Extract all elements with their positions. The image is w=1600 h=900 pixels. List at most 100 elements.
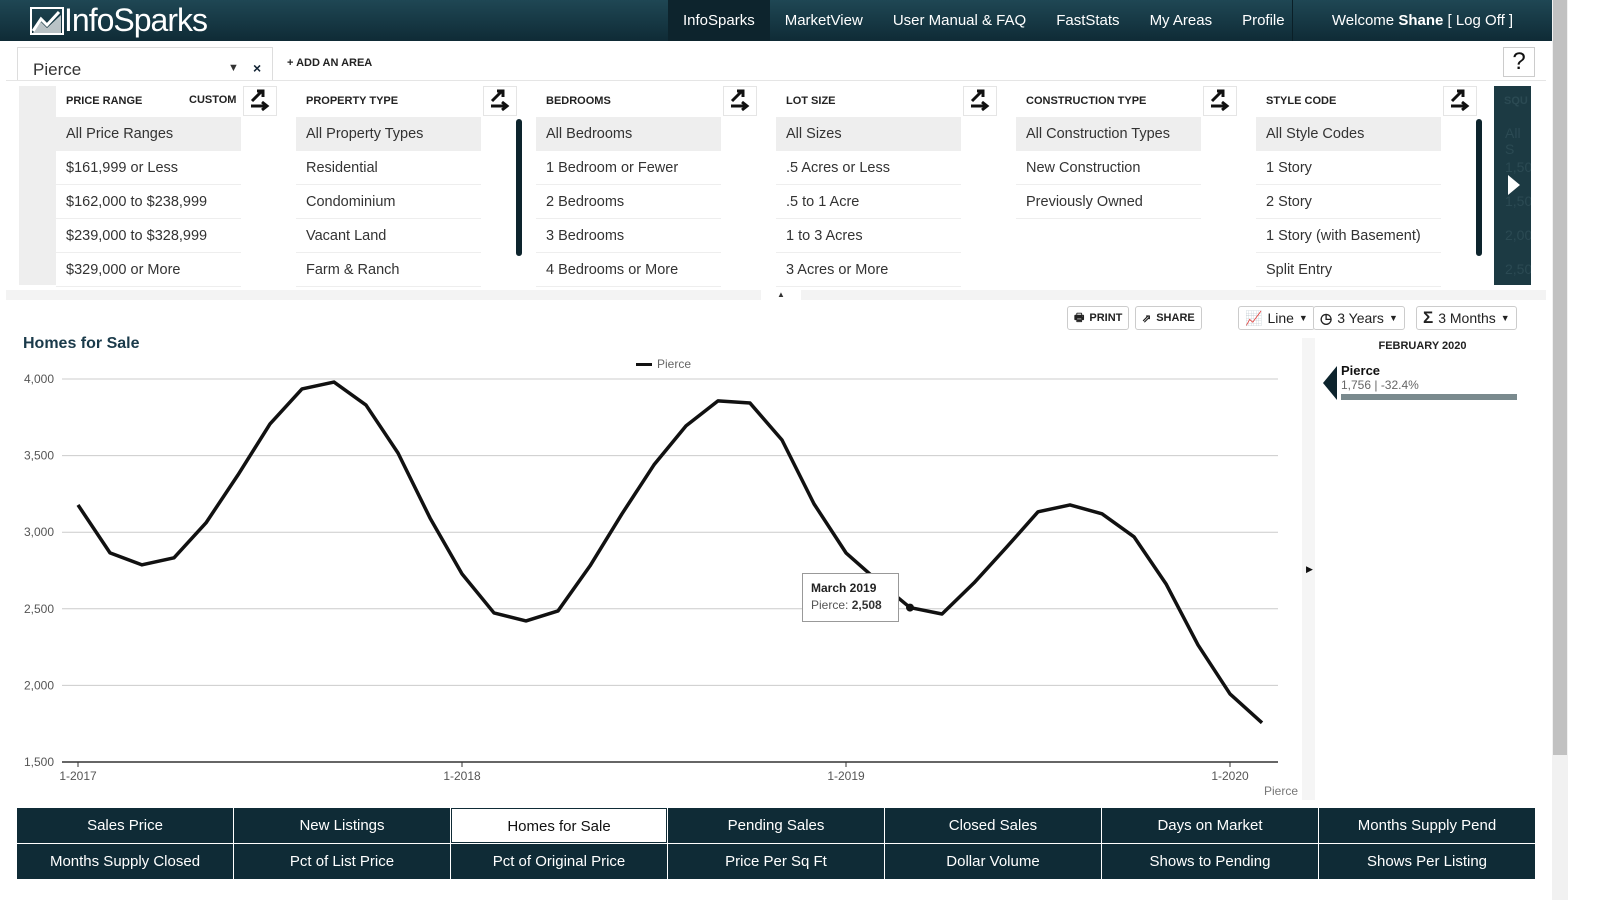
caret-right-icon[interactable]: ▶	[1306, 564, 1313, 575]
data-point[interactable]	[906, 603, 914, 612]
share-label: SHARE	[1156, 312, 1195, 324]
print-label: PRINT	[1089, 312, 1123, 324]
metric-tab[interactable]: Shows to Pending	[1102, 844, 1318, 879]
filter-option[interactable]: All Construction Types	[1016, 117, 1201, 151]
next-filters-panel[interactable]: SQU All S 1,50 1,50 2,00 2,50	[1494, 86, 1531, 285]
arrow-right-icon[interactable]	[1508, 175, 1520, 195]
metric-tab[interactable]: Pct of List Price	[234, 844, 450, 879]
filter-option[interactable]: 1 to 3 Acres	[776, 219, 961, 253]
print-button[interactable]: 🖶 PRINT	[1067, 306, 1130, 330]
metric-tab[interactable]: Homes for Sale	[451, 808, 667, 843]
expand-filter-icon[interactable]	[483, 86, 517, 116]
nav-profile[interactable]: Profile	[1227, 0, 1300, 41]
summary-panel-toggle[interactable]: ▶	[1302, 338, 1315, 800]
filter-option[interactable]: $239,000 to $328,999	[56, 219, 241, 253]
metric-tab[interactable]: Price Per Sq Ft	[668, 844, 884, 879]
metric-tab[interactable]: Months Supply Pend	[1319, 808, 1535, 843]
expand-filter-icon[interactable]	[963, 86, 997, 116]
filter-option[interactable]: .5 to 1 Acre	[776, 185, 961, 219]
y-tick-label: 3,500	[24, 449, 54, 463]
welcome-text: Welcome Shane [ Log Off ]	[1292, 0, 1552, 41]
nav-user-manual[interactable]: User Manual & FAQ	[878, 0, 1041, 41]
nav-my-areas[interactable]: My Areas	[1135, 0, 1228, 41]
filter-option[interactable]: 3 Bedrooms	[536, 219, 721, 253]
filter-title: CONSTRUCTION TYPE	[1026, 95, 1147, 107]
hidden-filter-title: SQU	[1504, 95, 1528, 107]
metric-tab[interactable]: Closed Sales	[885, 808, 1101, 843]
metric-tab[interactable]: Sales Price	[17, 808, 233, 843]
add-area-button[interactable]: + ADD AN AREA	[287, 57, 372, 69]
filter-option[interactable]: 1 Bedroom or Fewer	[536, 151, 721, 185]
filter-option[interactable]: All Property Types	[296, 117, 481, 151]
clock-icon: ◷	[1320, 309, 1333, 326]
chart-type-dropdown[interactable]: 📈 Line ▼	[1238, 306, 1315, 330]
welcome-prefix: Welcome	[1331, 12, 1399, 29]
expand-filter-icon[interactable]	[243, 86, 277, 116]
logo[interactable]: InfoSparks	[30, 2, 208, 39]
time-range-dropdown[interactable]: ◷ 3 Years ▼	[1313, 306, 1405, 330]
sigma-icon: Σ	[1423, 308, 1434, 327]
filter-option[interactable]: 3 Acres or More	[776, 253, 961, 287]
property-type-scrollbar[interactable]	[516, 119, 522, 256]
filter-option[interactable]: All Price Ranges	[56, 117, 241, 151]
filter-title: PROPERTY TYPE	[306, 95, 399, 107]
filter-option[interactable]: 2 Bedrooms	[536, 185, 721, 219]
hidden-filter-item: All S	[1505, 125, 1521, 157]
metric-tab[interactable]: Days on Market	[1102, 808, 1318, 843]
filter-option[interactable]: New Construction	[1016, 151, 1201, 185]
collapse-filters-bar[interactable]: ▲	[6, 290, 1546, 300]
expand-filter-icon[interactable]	[1443, 86, 1477, 116]
filter-option[interactable]: Split Entry	[1256, 253, 1441, 287]
style-code-scrollbar[interactable]	[1476, 119, 1482, 256]
filter-option[interactable]: 2 Story	[1256, 185, 1441, 219]
caret-down-icon[interactable]: ▼	[228, 62, 239, 74]
metric-tab[interactable]: Dollar Volume	[885, 844, 1101, 879]
expand-filter-icon[interactable]	[723, 86, 757, 116]
tooltip-title: March 2019	[811, 581, 877, 595]
filter-option[interactable]: .5 Acres or Less	[776, 151, 961, 185]
rolling-average-dropdown[interactable]: Σ3 Months ▼	[1416, 306, 1517, 330]
metric-tab[interactable]: Pending Sales	[668, 808, 884, 843]
metric-tab[interactable]: Pct of Original Price	[451, 844, 667, 879]
hidden-filter-item: 2,00	[1505, 227, 1531, 243]
metric-tab[interactable]: Months Supply Closed	[17, 844, 233, 879]
homes-for-sale-chart: 4,000 3,500 3,000 2,500 2,000 1,500 1-2017 1-20…	[24, 372, 1278, 783]
expand-filter-icon[interactable]	[1203, 86, 1237, 116]
filter-option[interactable]: Condominium	[296, 185, 481, 219]
area-tab[interactable]: Pierce ▼ ×	[17, 47, 273, 81]
custom-button[interactable]: CUSTOM	[189, 94, 236, 106]
help-button[interactable]: ?	[1503, 47, 1535, 77]
nav-infosparks[interactable]: InfoSparks	[668, 0, 770, 41]
area-name: Pierce	[33, 60, 82, 79]
caret-down-icon: ▼	[1388, 313, 1398, 323]
filter-option[interactable]: All Bedrooms	[536, 117, 721, 151]
filter-option[interactable]: 1 Story	[1256, 151, 1441, 185]
filter-option[interactable]: All Style Codes	[1256, 117, 1441, 151]
rolling-value: 3 Months	[1438, 310, 1496, 326]
filter-option[interactable]: Previously Owned	[1016, 185, 1201, 219]
close-icon[interactable]: ×	[253, 60, 261, 76]
filter-option[interactable]: 4 Bedrooms or More	[536, 253, 721, 287]
filter-option[interactable]: $329,000 or More	[56, 253, 241, 287]
share-button[interactable]: ⇗ SHARE	[1135, 306, 1202, 330]
filter-option[interactable]: Farm & Ranch	[296, 253, 481, 287]
filter-option[interactable]: 1 Story (with Basement)	[1256, 219, 1441, 253]
filter-left-scroll[interactable]	[19, 86, 56, 285]
metric-tab[interactable]: New Listings	[234, 808, 450, 843]
filter-option[interactable]: All Sizes	[776, 117, 961, 151]
page-scrollbar[interactable]	[1552, 0, 1568, 900]
metric-tab[interactable]: Shows Per Listing	[1319, 844, 1535, 879]
chart-source-label: Pierce	[1264, 784, 1299, 798]
caret-up-icon[interactable]: ▲	[761, 290, 801, 300]
nav-marketview[interactable]: MarketView	[770, 0, 878, 41]
y-tick-label: 4,000	[24, 372, 54, 386]
nav-faststats[interactable]: FastStats	[1041, 0, 1134, 41]
filter-option[interactable]: $162,000 to $238,999	[56, 185, 241, 219]
y-tick-label: 2,500	[24, 602, 54, 616]
filter-option[interactable]: Vacant Land	[296, 219, 481, 253]
filter-option[interactable]: Residential	[296, 151, 481, 185]
scrollbar-thumb[interactable]	[1553, 0, 1567, 755]
filter-option[interactable]: $161,999 or Less	[56, 151, 241, 185]
top-header: InfoSparks InfoSparks MarketView User Ma…	[0, 0, 1552, 41]
logoff-link[interactable]: [ Log Off ]	[1443, 12, 1513, 29]
